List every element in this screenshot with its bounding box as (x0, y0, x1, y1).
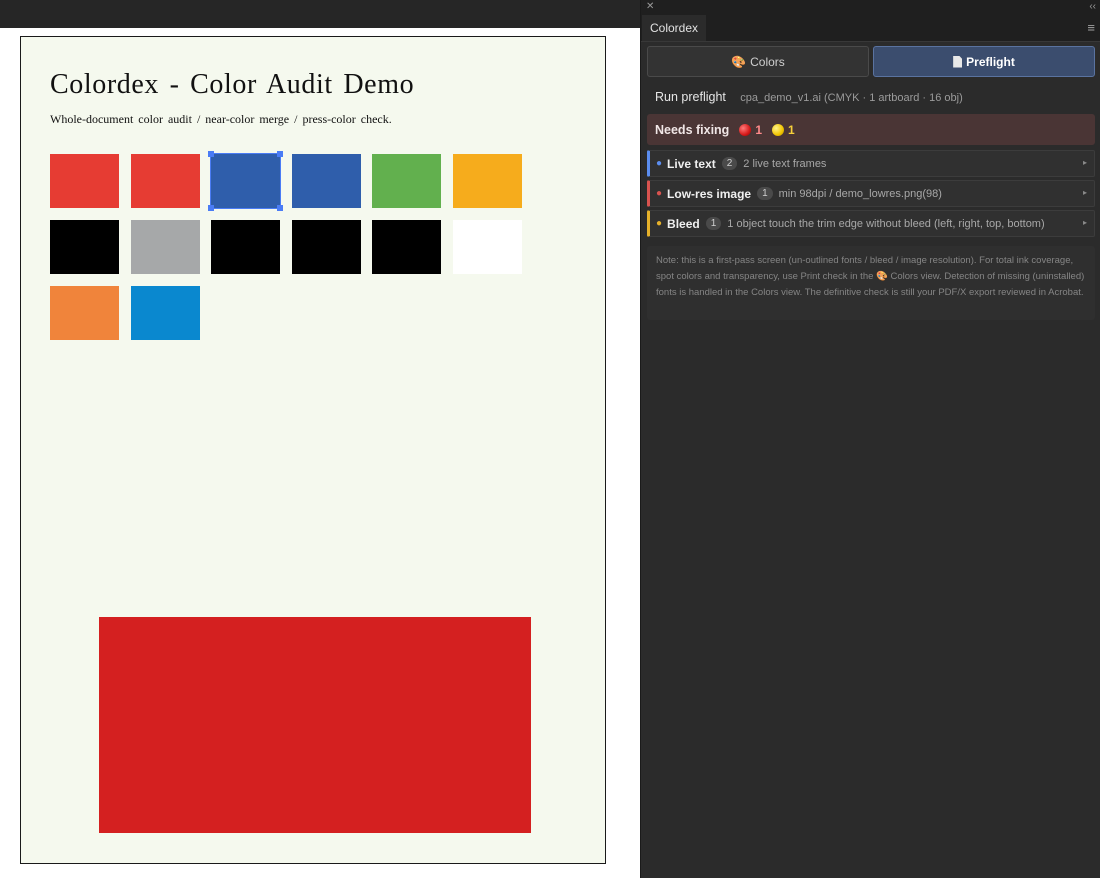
error-dot-icon (739, 123, 752, 136)
tab-colors[interactable]: 🎨 Colors (647, 46, 869, 77)
warning-count: 1 (788, 122, 795, 137)
color-swatch[interactable] (452, 154, 522, 208)
color-swatch[interactable] (50, 286, 119, 340)
colordex-panel: ✕ ‹‹ Colordex ≡ 🎨 Colors Preflight Run p… (640, 0, 1100, 878)
selection-handle[interactable] (277, 205, 284, 211)
color-swatch[interactable] (291, 154, 361, 208)
panel-menu-icon[interactable]: ≡ (1087, 21, 1095, 35)
issue-description: min 98dpi / demo_lowres.png(98) (778, 187, 942, 200)
panel-tab-bar: Colordex ≡ (641, 15, 1100, 42)
issue-description: 1 object touch the trim edge without ble… (727, 217, 1045, 230)
issue-count-badge: 1 (705, 217, 722, 230)
app-top-bar (0, 0, 640, 28)
issue-count-badge: 2 (721, 157, 738, 170)
chevron-right-icon[interactable]: ▸ (1083, 218, 1087, 227)
issue-list: ● Live text 2 2 live text frames ▸ ● Low… (647, 150, 1095, 240)
needs-fixing-banner: Needs fixing 1 1 (647, 114, 1095, 145)
document-title[interactable]: Colordex - Color Audit Demo (50, 69, 414, 101)
issue-description: 2 live text frames (743, 157, 827, 170)
issue-low-res-image[interactable]: ● Low-res image 1 min 98dpi / demo_lowre… (647, 180, 1095, 207)
color-swatch[interactable] (130, 154, 200, 208)
color-swatch[interactable] (211, 220, 281, 274)
issue-bleed[interactable]: ● Bleed 1 1 object touch the trim edge w… (647, 210, 1095, 237)
document-subtitle[interactable]: Whole-document color audit / near-color … (50, 112, 392, 127)
tab-preflight[interactable]: Preflight (873, 46, 1095, 77)
palette-icon: 🎨 (731, 54, 747, 69)
view-tabs: 🎨 Colors Preflight (647, 46, 1095, 77)
color-swatch[interactable] (372, 220, 442, 274)
document-icon (953, 55, 963, 68)
issue-title: Low-res image (667, 186, 752, 201)
tab-colordex[interactable]: Colordex (642, 15, 707, 41)
artboard[interactable]: Colordex - Color Audit Demo Whole-docume… (20, 36, 606, 864)
color-swatch[interactable] (130, 220, 200, 274)
selection-handle[interactable] (208, 205, 215, 211)
issue-count-badge: 1 (757, 187, 773, 200)
preflight-note: Note: this is a first-pass screen (un-ou… (647, 246, 1095, 320)
bullet-icon: ● (656, 218, 663, 229)
tab-preflight-label: Preflight (966, 54, 1015, 69)
selection-handle[interactable] (208, 151, 215, 157)
color-swatch[interactable] (291, 220, 361, 274)
issue-title: Bleed (667, 216, 700, 231)
collapse-icon[interactable]: ‹‹ (1089, 1, 1096, 13)
bullet-icon: ● (656, 188, 663, 199)
color-swatch[interactable] (208, 151, 284, 211)
issue-title: Live text (667, 156, 716, 171)
swatch-grid (50, 151, 522, 340)
run-preflight-row: Run preflight cpa_demo_v1.ai (CMYK · 1 a… (655, 90, 963, 104)
issue-live-text[interactable]: ● Live text 2 2 live text frames ▸ (647, 150, 1095, 177)
bullet-icon: ● (656, 158, 663, 169)
chevron-right-icon[interactable]: ▸ (1083, 158, 1087, 167)
color-swatch[interactable] (50, 154, 119, 208)
color-swatch[interactable] (372, 154, 442, 208)
color-swatch[interactable] (130, 286, 200, 340)
color-swatch[interactable] (50, 220, 119, 274)
close-icon[interactable]: ✕ (646, 1, 654, 13)
selection-handle[interactable] (277, 151, 284, 157)
document-meta: cpa_demo_v1.ai (CMYK · 1 artboard · 16 o… (740, 92, 963, 104)
run-preflight-button[interactable]: Run preflight (655, 90, 726, 104)
panel-header-strip: ✕ ‹‹ (641, 0, 1100, 15)
tab-colors-label: Colors (750, 54, 785, 69)
error-count: 1 (755, 122, 763, 137)
warning-dot-icon (772, 123, 785, 136)
large-red-rectangle[interactable] (99, 617, 531, 833)
needs-fixing-label: Needs fixing (655, 122, 730, 137)
color-swatch[interactable] (452, 220, 522, 274)
chevron-right-icon[interactable]: ▸ (1083, 188, 1087, 197)
